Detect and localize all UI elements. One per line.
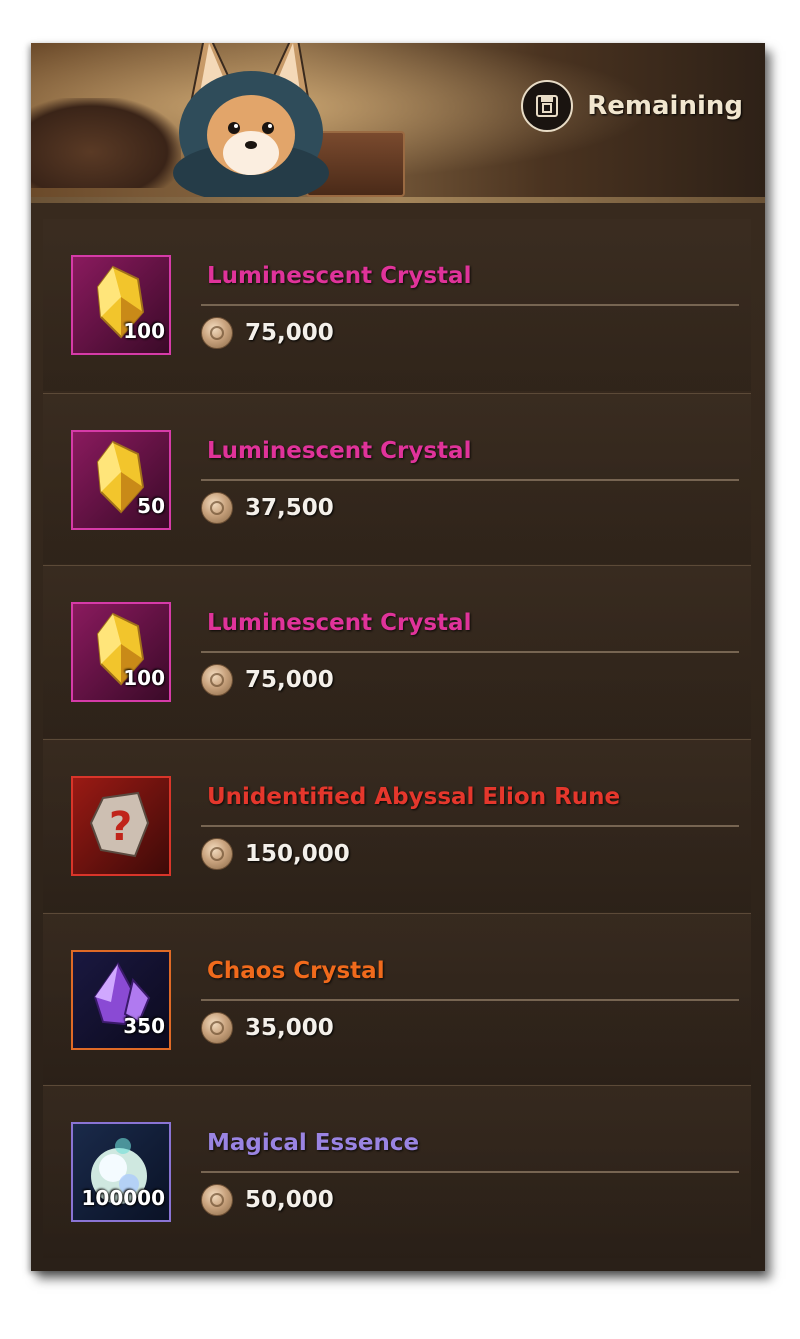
shop-item-row[interactable]: 100000 Magical Essence 50,000 xyxy=(43,1085,751,1258)
item-name: Luminescent Crystal xyxy=(207,263,472,289)
luminescent-crystal-icon: 100 xyxy=(71,602,171,702)
luminescent-crystal-icon: 50 xyxy=(71,430,171,530)
item-price: 35,000 xyxy=(201,1012,334,1044)
item-price: 150,000 xyxy=(201,838,350,870)
shop-item-row[interactable]: 100 Luminescent Crystal 75,000 xyxy=(43,219,751,391)
price-value: 50,000 xyxy=(245,1187,334,1213)
coin-icon xyxy=(201,492,233,524)
shop-item-row[interactable]: ? Unidentified Abyssal Elion Rune 150,00… xyxy=(43,739,751,912)
remaining-indicator[interactable]: Remaining xyxy=(521,80,743,132)
coin-icon xyxy=(201,317,233,349)
item-quantity: 350 xyxy=(123,1014,165,1038)
coin-icon xyxy=(201,838,233,870)
item-price: 75,000 xyxy=(201,317,334,349)
chaos-crystal-icon: 350 xyxy=(71,950,171,1050)
shop-item-row[interactable]: 100 Luminescent Crystal 75,000 xyxy=(43,565,751,738)
price-value: 75,000 xyxy=(245,320,334,346)
svg-text:?: ? xyxy=(109,804,132,850)
row-divider xyxy=(201,651,739,653)
shop-item-list: 100 Luminescent Crystal 75,000 50 Lumine… xyxy=(43,219,751,1259)
coin-icon xyxy=(201,664,233,696)
shop-panel: Remaining 100 Luminescent Crystal 75,000 xyxy=(31,43,765,1271)
item-name: Chaos Crystal xyxy=(207,958,385,984)
coin-icon xyxy=(201,1184,233,1216)
row-divider xyxy=(201,825,739,827)
item-price: 50,000 xyxy=(201,1184,334,1216)
item-name: Luminescent Crystal xyxy=(207,610,472,636)
row-divider xyxy=(201,999,739,1001)
shop-item-row[interactable]: 50 Luminescent Crystal 37,500 xyxy=(43,393,751,564)
row-divider xyxy=(201,479,739,481)
coin-icon xyxy=(201,1012,233,1044)
chest-box-icon xyxy=(521,80,574,132)
price-value: 75,000 xyxy=(245,667,334,693)
price-value: 37,500 xyxy=(245,495,334,521)
price-value: 35,000 xyxy=(245,1015,334,1041)
item-price: 75,000 xyxy=(201,664,334,696)
fox-merchant-mascot xyxy=(151,43,351,203)
shop-banner: Remaining xyxy=(31,43,765,203)
item-quantity: 100 xyxy=(123,319,165,343)
row-divider xyxy=(201,304,739,306)
abyssal-rune-icon: ? xyxy=(71,776,171,876)
banner-frame-border xyxy=(31,197,765,203)
item-name: Luminescent Crystal xyxy=(207,438,472,464)
shop-item-row[interactable]: 350 Chaos Crystal 35,000 xyxy=(43,913,751,1084)
item-quantity: 50 xyxy=(137,494,165,518)
price-value: 150,000 xyxy=(245,841,350,867)
item-price: 37,500 xyxy=(201,492,334,524)
item-quantity: 100 xyxy=(123,666,165,690)
magical-essence-orb-icon: 100000 xyxy=(71,1122,171,1222)
luminescent-crystal-icon: 100 xyxy=(71,255,171,355)
row-divider xyxy=(201,1171,739,1173)
remaining-label: Remaining xyxy=(587,91,743,121)
item-quantity: 100000 xyxy=(81,1186,166,1210)
item-name: Unidentified Abyssal Elion Rune xyxy=(207,784,621,810)
item-name: Magical Essence xyxy=(207,1130,420,1156)
